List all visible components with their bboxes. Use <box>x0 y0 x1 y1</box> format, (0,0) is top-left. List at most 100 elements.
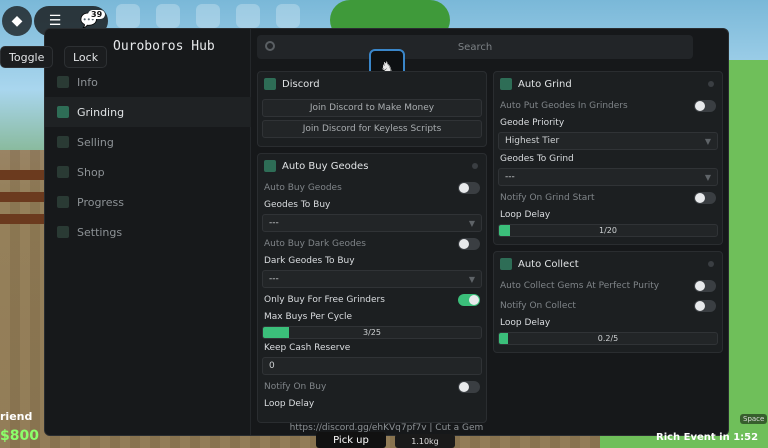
slider-fill <box>499 333 508 344</box>
sidebar-item-info[interactable]: Info <box>45 67 251 97</box>
discord-panel: Discord Join Discord to Make Money Join … <box>257 71 487 147</box>
topbar-slot-5[interactable] <box>276 4 300 28</box>
panel-title: Discord <box>282 78 320 90</box>
auto-buy-geodes-row: Auto Buy Geodes <box>258 178 486 198</box>
topbar-slot-3[interactable] <box>196 4 220 28</box>
geodes-to-buy-label: Geodes To Buy <box>264 200 331 210</box>
collect-loop-delay-slider[interactable]: 0.2/5 <box>498 332 718 345</box>
topbar-slot-2[interactable] <box>156 4 180 28</box>
sidebar-nav: Info Grinding Selling Shop Progress Sett… <box>45 67 251 247</box>
space-key-hint[interactable]: Space <box>740 414 768 424</box>
collect-gems-row: Auto Collect Gems At Perfect Purity <box>494 276 722 296</box>
collect-loop-delay-label: Loop Delay <box>500 318 551 328</box>
auto-buy-header: Auto Buy Geodes <box>258 154 486 178</box>
panel-title: Auto Grind <box>518 78 572 90</box>
select-value: --- <box>269 218 279 228</box>
cash-reserve-label: Keep Cash Reserve <box>264 343 351 353</box>
panel-status-dot <box>708 261 714 267</box>
sidebar-item-progress[interactable]: Progress <box>45 187 251 217</box>
geodes-to-buy-select[interactable]: --- ▼ <box>262 214 482 232</box>
panel-status-dot <box>708 81 714 87</box>
geode-icon <box>264 160 276 172</box>
row-label: Auto Buy Dark Geodes <box>264 239 366 249</box>
sidebar-item-label: Grinding <box>77 105 125 119</box>
row-label: Auto Collect Gems At Perfect Purity <box>500 281 660 291</box>
sidebar-item-label: Selling <box>77 135 114 149</box>
geode-priority-select[interactable]: Highest Tier ▼ <box>498 132 718 150</box>
auto-buy-geodes-panel: Auto Buy Geodes Auto Buy Geodes Geodes T… <box>257 153 487 423</box>
slider-fill <box>499 225 510 236</box>
join-discord-money-button[interactable]: Join Discord to Make Money <box>262 99 482 117</box>
auto-collect-header: Auto Collect <box>494 252 722 276</box>
slider-value: 0.2/5 <box>597 334 619 343</box>
cash-reserve-input[interactable]: 0 <box>262 357 482 375</box>
auto-buy-dark-row: Auto Buy Dark Geodes <box>258 234 486 254</box>
dark-geodes-label: Dark Geodes To Buy <box>264 256 355 266</box>
row-label: Auto Buy Geodes <box>264 183 342 193</box>
free-grinders-toggle[interactable] <box>458 294 480 306</box>
discord-header: Discord <box>258 72 486 96</box>
toggle-button[interactable]: Toggle <box>0 46 54 68</box>
search-placeholder: Search <box>457 41 493 53</box>
notification-badge: 39 <box>88 10 106 19</box>
put-geodes-toggle[interactable] <box>694 100 716 112</box>
row-label: Notify On Collect <box>500 301 576 311</box>
sidebar: Ouroboros Hub Info Grinding Selling Shop… <box>45 29 251 435</box>
auto-grind-header: Auto Grind <box>494 72 722 96</box>
geode-priority-label: Geode Priority <box>500 118 565 128</box>
slider-value: 1/20 <box>599 226 617 235</box>
max-buys-label: Max Buys Per Cycle <box>264 312 353 322</box>
max-buys-slider[interactable]: 3/25 <box>262 326 482 339</box>
auto-buy-dark-toggle[interactable] <box>458 238 480 250</box>
dark-geodes-select[interactable]: --- ▼ <box>262 270 482 288</box>
lock-button[interactable]: Lock <box>64 46 108 68</box>
topbar-slot-1[interactable] <box>116 4 140 28</box>
progress-icon <box>57 196 69 208</box>
notify-buy-toggle[interactable] <box>458 381 480 393</box>
sidebar-item-shop[interactable]: Shop <box>45 157 251 187</box>
pickup-button[interactable]: Pick up <box>316 432 386 448</box>
weight-display: 1.10kg <box>395 434 455 448</box>
selling-icon <box>57 136 69 148</box>
slider-value: 3/25 <box>363 328 381 337</box>
chevron-down-icon: ▼ <box>468 274 475 284</box>
panel-title: Auto Buy Geodes <box>282 160 369 172</box>
panel-title: Auto Collect <box>518 258 579 270</box>
search-input[interactable]: Search <box>257 35 693 59</box>
row-label: Notify On Buy <box>264 382 327 392</box>
notify-collect-row: Notify On Collect <box>494 296 722 316</box>
hub-window: Ouroboros Hub Info Grinding Selling Shop… <box>44 28 729 436</box>
auto-buy-geodes-toggle[interactable] <box>458 182 480 194</box>
join-discord-keyless-button[interactable]: Join Discord for Keyless Scripts <box>262 120 482 138</box>
sidebar-item-grinding[interactable]: Grinding <box>45 97 251 127</box>
chevron-down-icon: ▼ <box>704 172 711 182</box>
sidebar-item-label: Progress <box>77 195 124 209</box>
free-grinders-row: Only Buy For Free Grinders <box>258 290 486 310</box>
select-value: --- <box>505 172 515 182</box>
friend-label: riend <box>0 410 33 423</box>
sidebar-item-selling[interactable]: Selling <box>45 127 251 157</box>
grind-loop-delay-slider[interactable]: 1/20 <box>498 224 718 237</box>
select-value: Highest Tier <box>505 136 560 146</box>
chevron-down-icon: ▼ <box>468 218 475 228</box>
gem-icon <box>500 258 512 270</box>
grinder-icon <box>500 78 512 90</box>
hub-title: Ouroboros Hub <box>113 39 215 54</box>
roblox-menu-icon[interactable]: ◆ <box>2 6 32 36</box>
geodes-to-grind-label: Geodes To Grind <box>500 154 574 164</box>
row-label: Notify On Grind Start <box>500 193 595 203</box>
settings-icon <box>57 226 69 238</box>
hub-footer: https://discord.gg/ehKVq7pf7v | Cut a Ge… <box>289 423 484 433</box>
notify-collect-toggle[interactable] <box>694 300 716 312</box>
notify-buy-row: Notify On Buy <box>258 377 486 397</box>
sidebar-item-label: Settings <box>77 225 123 239</box>
geodes-to-grind-select[interactable]: --- ▼ <box>498 168 718 186</box>
sidebar-item-label: Info <box>77 75 98 89</box>
auto-collect-panel: Auto Collect Auto Collect Gems At Perfec… <box>493 251 723 353</box>
topbar-slot-4[interactable] <box>236 4 260 28</box>
collect-gems-toggle[interactable] <box>694 280 716 292</box>
sidebar-item-settings[interactable]: Settings <box>45 217 251 247</box>
notify-grind-toggle[interactable] <box>694 192 716 204</box>
game-fence <box>0 170 46 230</box>
notify-grind-row: Notify On Grind Start <box>494 188 722 208</box>
